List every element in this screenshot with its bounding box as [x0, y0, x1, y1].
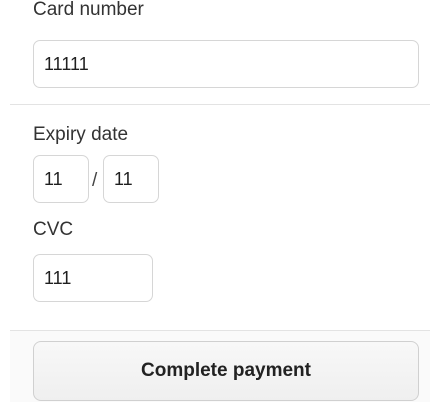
payment-form: Card number 11111 Expiry date 11 / 11 CV… — [0, 0, 430, 402]
complete-payment-button[interactable]: Complete payment — [33, 341, 419, 401]
expiry-date-label: Expiry date — [33, 124, 129, 145]
clipped-heading-text — [120, 0, 420, 2]
section-divider — [10, 104, 430, 105]
card-number-label: Card number — [33, 0, 144, 20]
expiry-separator: / — [92, 170, 98, 191]
expiry-year-input[interactable]: 11 — [103, 155, 159, 203]
expiry-month-input[interactable]: 11 — [33, 155, 89, 203]
cvc-input[interactable]: 111 — [33, 254, 153, 302]
cvc-label: CVC — [33, 219, 74, 240]
card-number-input[interactable]: 11111 — [33, 40, 419, 88]
